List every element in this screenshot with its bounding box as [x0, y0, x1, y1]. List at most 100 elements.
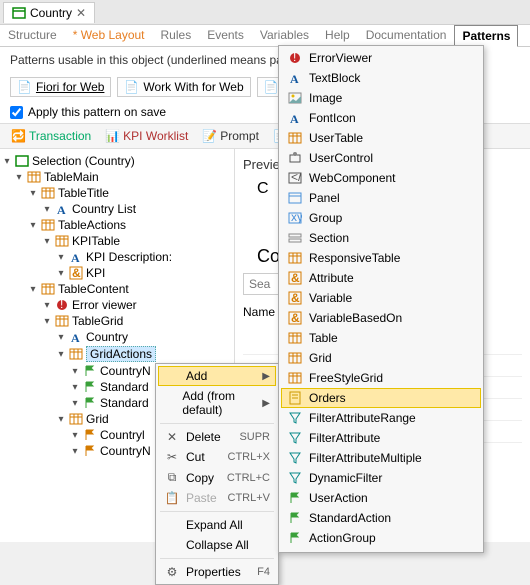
- add-menu-item[interactable]: Orders: [281, 388, 481, 408]
- add-menu-item[interactable]: UserAction: [281, 488, 481, 508]
- tree-node[interactable]: ▾ACountry: [2, 329, 232, 345]
- context-menu-item[interactable]: Collapse All: [158, 535, 276, 555]
- document-tab-country[interactable]: Country ✕: [3, 2, 95, 23]
- expand-icon[interactable]: ▾: [42, 204, 52, 215]
- add-menu-item[interactable]: &VariableBasedOn: [281, 308, 481, 328]
- add-menu-item[interactable]: Tabs: [281, 548, 481, 553]
- expand-icon[interactable]: ▾: [42, 236, 52, 247]
- context-menu-item[interactable]: Add (from default)▶: [158, 386, 276, 420]
- add-menu-item[interactable]: FilterAttributeMultiple: [281, 448, 481, 468]
- pattern-fiori-for-web[interactable]: 📄 Fiori for Web: [10, 77, 111, 97]
- expand-icon[interactable]: ▾: [70, 430, 80, 441]
- svg-text:!: !: [60, 298, 63, 311]
- tree-node[interactable]: ▾AKPI Description:: [2, 249, 232, 265]
- add-menu-item[interactable]: AFontIcon: [281, 108, 481, 128]
- expand-icon[interactable]: ▾: [56, 252, 66, 263]
- tree-root[interactable]: ▾ Selection (Country): [2, 153, 232, 169]
- tree-node-label: GridActions: [86, 346, 156, 362]
- add-menu-item[interactable]: DynamicFilter: [281, 468, 481, 488]
- expand-icon[interactable]: ▾: [56, 414, 66, 425]
- tab-rules[interactable]: Rules: [153, 24, 200, 46]
- expand-icon[interactable]: ▾: [70, 398, 80, 409]
- add-menu-item[interactable]: &Attribute: [281, 268, 481, 288]
- add-menu-item-label: Attribute: [309, 271, 354, 285]
- toolbar-transaction[interactable]: 🔁 Transaction: [6, 127, 96, 145]
- tab-patterns[interactable]: Patterns: [454, 25, 518, 47]
- table-icon: [41, 218, 55, 232]
- expand-icon[interactable]: ▾: [56, 268, 66, 279]
- tree-node[interactable]: ▾ACountry List: [2, 201, 232, 217]
- expand-icon[interactable]: ▾: [70, 382, 80, 393]
- toolbar-kpi-worklist[interactable]: 📊 KPI Worklist: [100, 127, 193, 145]
- close-icon[interactable]: ✕: [76, 6, 86, 20]
- context-menu-item[interactable]: ✂CutCTRL+X: [158, 447, 276, 467]
- flago-icon: [83, 428, 97, 442]
- add-menu-item[interactable]: Table: [281, 328, 481, 348]
- add-menu-item[interactable]: FilterAttributeRange: [281, 408, 481, 428]
- add-menu-item[interactable]: ActionGroup: [281, 528, 481, 548]
- menu-item-label: Cut: [186, 450, 205, 464]
- expand-icon[interactable]: ▾: [42, 300, 52, 311]
- add-menu-item[interactable]: !ErrorViewer: [281, 48, 481, 68]
- add-menu-item[interactable]: Section: [281, 228, 481, 248]
- tree-node[interactable]: ▾&KPI: [2, 265, 232, 281]
- add-menu-item-label: Orders: [309, 391, 346, 405]
- menu-item-label: Add: [186, 369, 207, 383]
- add-menu-item[interactable]: StandardAction: [281, 508, 481, 528]
- expand-icon[interactable]: ▾: [56, 332, 66, 343]
- tree-node-label: TableActions: [58, 218, 126, 232]
- expand-icon[interactable]: ▾: [28, 220, 38, 231]
- flag-icon: [287, 490, 303, 506]
- tab-variables[interactable]: Variables: [252, 24, 317, 46]
- expand-icon[interactable]: ▾: [70, 366, 80, 377]
- context-menu-item[interactable]: Add▶: [158, 366, 276, 386]
- add-menu-item[interactable]: UserControl: [281, 148, 481, 168]
- tree-node[interactable]: ▾KPITable: [2, 233, 232, 249]
- tree-node[interactable]: ▾TableTitle: [2, 185, 232, 201]
- context-menu-item[interactable]: Expand All: [158, 515, 276, 535]
- expand-icon[interactable]: ▾: [28, 284, 38, 295]
- collapse-icon[interactable]: ▾: [2, 156, 12, 167]
- ctrl-icon: [287, 150, 303, 166]
- add-menu-item[interactable]: ATextBlock: [281, 68, 481, 88]
- tab-events[interactable]: Events: [199, 24, 252, 46]
- expand-icon[interactable]: ▾: [70, 446, 80, 457]
- tree-node[interactable]: ▾TableMain: [2, 169, 232, 185]
- A-icon: A: [69, 250, 83, 264]
- tab-web-layout[interactable]: * Web Layout: [65, 24, 153, 46]
- apply-pattern-checkbox[interactable]: [10, 106, 23, 119]
- expand-icon[interactable]: ▾: [28, 188, 38, 199]
- tree-node[interactable]: ▾!Error viewer: [2, 297, 232, 313]
- context-menu-item[interactable]: ⧉CopyCTRL+C: [158, 467, 276, 488]
- tab-structure[interactable]: Structure: [0, 24, 65, 46]
- menu-item-shortcut: CTRL+X: [228, 451, 271, 463]
- expand-icon[interactable]: ▾: [42, 316, 52, 327]
- tree-node[interactable]: ▾TableGrid: [2, 313, 232, 329]
- context-menu-item[interactable]: ✕DeleteSUPR: [158, 427, 276, 447]
- add-menu-item[interactable]: UserTable: [281, 128, 481, 148]
- toolbar-prompt[interactable]: 📝 Prompt: [197, 127, 264, 145]
- add-menu-item-label: ResponsiveTable: [309, 251, 400, 265]
- add-menu-item[interactable]: &Variable: [281, 288, 481, 308]
- tab-documentation[interactable]: Documentation: [358, 24, 455, 46]
- tree-node[interactable]: ▾ GridActions: [2, 345, 232, 363]
- tree-node[interactable]: ▾ TableActions: [2, 217, 232, 233]
- add-menu-item[interactable]: Panel: [281, 188, 481, 208]
- A-icon: A: [55, 202, 69, 216]
- add-menu-item[interactable]: FilterAttribute: [281, 428, 481, 448]
- add-menu-item[interactable]: ResponsiveTable: [281, 248, 481, 268]
- table-icon: [287, 370, 303, 386]
- expand-icon[interactable]: ▾: [56, 349, 66, 360]
- A-icon: A: [69, 330, 83, 344]
- tab-help[interactable]: Help: [317, 24, 358, 46]
- add-menu-item[interactable]: xyGroup: [281, 208, 481, 228]
- context-menu-item[interactable]: ⚙PropertiesF4: [158, 562, 276, 582]
- menu-item-icon: ⧉: [164, 470, 180, 485]
- expand-icon[interactable]: ▾: [14, 172, 24, 183]
- add-menu-item[interactable]: </>WebComponent: [281, 168, 481, 188]
- pattern-work-with-for-web[interactable]: 📄 Work With for Web: [117, 77, 250, 97]
- add-menu-item[interactable]: FreeStyleGrid: [281, 368, 481, 388]
- add-menu-item[interactable]: Image: [281, 88, 481, 108]
- add-menu-item[interactable]: Grid: [281, 348, 481, 368]
- tree-node[interactable]: ▾TableContent: [2, 281, 232, 297]
